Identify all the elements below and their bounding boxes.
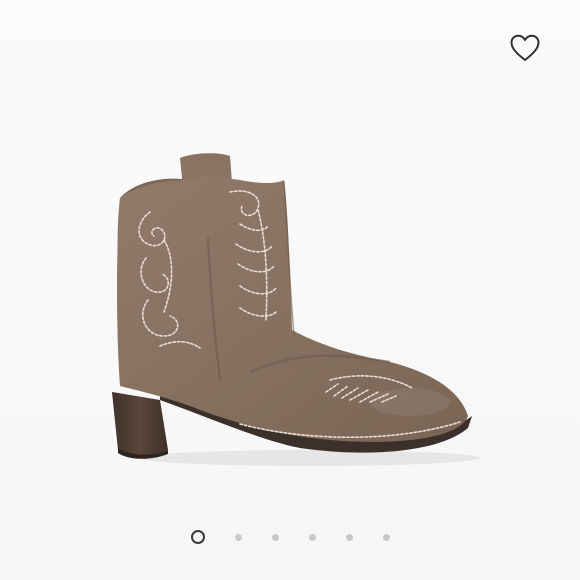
product-gallery: [0, 0, 580, 580]
carousel-dot[interactable]: [271, 533, 279, 541]
carousel-dot[interactable]: [234, 533, 242, 541]
heart-outline-icon: [510, 34, 540, 61]
carousel-dot[interactable]: [308, 533, 316, 541]
product-image[interactable]: [90, 140, 490, 480]
boot-shadow: [140, 450, 480, 466]
carousel-dot[interactable]: [382, 533, 390, 541]
carousel-pagination: [0, 528, 580, 546]
carousel-dot[interactable]: [345, 533, 353, 541]
boot-heel: [112, 392, 168, 456]
carousel-dot-active[interactable]: [190, 530, 205, 544]
favorite-button[interactable]: [505, 28, 545, 68]
